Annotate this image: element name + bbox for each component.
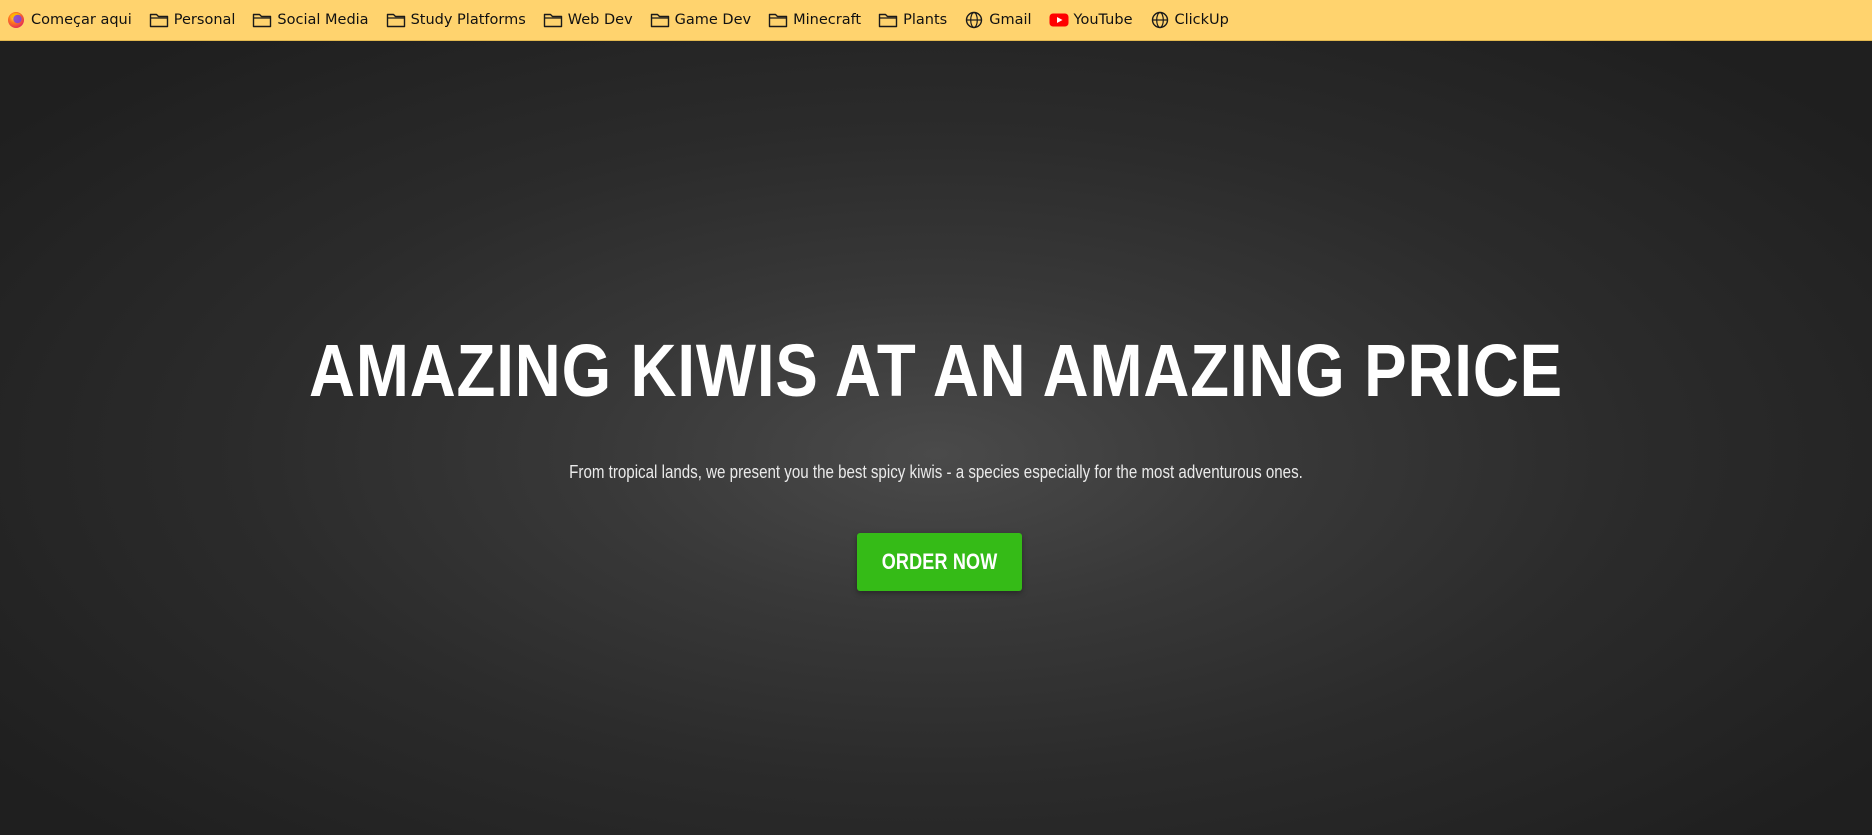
bookmark-label: Gmail bbox=[989, 12, 1032, 28]
globe-icon bbox=[1150, 10, 1170, 30]
bookmark-label: Web Dev bbox=[567, 12, 633, 28]
bookmark-comecar-aqui[interactable]: Começar aqui bbox=[4, 4, 139, 36]
youtube-icon bbox=[1049, 10, 1069, 30]
folder-icon bbox=[386, 10, 406, 30]
firefox-icon bbox=[6, 10, 26, 30]
bookmark-label: ClickUp bbox=[1174, 12, 1229, 28]
bookmark-clickup[interactable]: ClickUp bbox=[1148, 4, 1236, 36]
bookmark-folder-minecraft[interactable]: Minecraft bbox=[766, 4, 868, 36]
bookmark-label: Minecraft bbox=[793, 12, 862, 28]
folder-icon bbox=[149, 10, 169, 30]
hero-subtitle: From tropical lands, we present you the … bbox=[569, 462, 1303, 482]
bookmark-folder-personal[interactable]: Personal bbox=[147, 4, 243, 36]
bookmark-folder-social-media[interactable]: Social Media bbox=[250, 4, 375, 36]
folder-icon bbox=[768, 10, 788, 30]
hero-title: AMAZING KIWIS AT AN AMAZING PRICE bbox=[309, 329, 1563, 412]
globe-icon bbox=[964, 10, 984, 30]
bookmark-folder-study-platforms[interactable]: Study Platforms bbox=[384, 4, 533, 36]
bookmark-label: YouTube bbox=[1073, 12, 1133, 28]
bookmark-folder-game-dev[interactable]: Game Dev bbox=[648, 4, 758, 36]
bookmark-label: Plants bbox=[903, 12, 948, 28]
bookmark-label: Game Dev bbox=[674, 12, 752, 28]
folder-icon bbox=[650, 10, 670, 30]
folder-icon bbox=[543, 10, 563, 30]
bookmark-folder-web-dev[interactable]: Web Dev bbox=[541, 4, 640, 36]
bookmark-folder-plants[interactable]: Plants bbox=[876, 4, 954, 36]
hero-section: AMAZING KIWIS AT AN AMAZING PRICE From t… bbox=[0, 41, 1872, 835]
bookmark-label: Começar aqui bbox=[31, 12, 132, 28]
folder-icon bbox=[878, 10, 898, 30]
bookmark-label: Social Media bbox=[277, 12, 369, 28]
bookmark-label: Personal bbox=[173, 12, 236, 28]
bookmark-label: Study Platforms bbox=[410, 12, 526, 28]
folder-icon bbox=[252, 10, 272, 30]
order-now-button[interactable]: ORDER NOW bbox=[857, 533, 1022, 591]
order-now-label: ORDER NOW bbox=[881, 549, 998, 574]
bookmarks-bar: Começar aqui Personal Social Media Study… bbox=[0, 0, 1872, 41]
bookmark-gmail[interactable]: Gmail bbox=[962, 4, 1038, 36]
bookmark-youtube[interactable]: YouTube bbox=[1047, 4, 1140, 36]
